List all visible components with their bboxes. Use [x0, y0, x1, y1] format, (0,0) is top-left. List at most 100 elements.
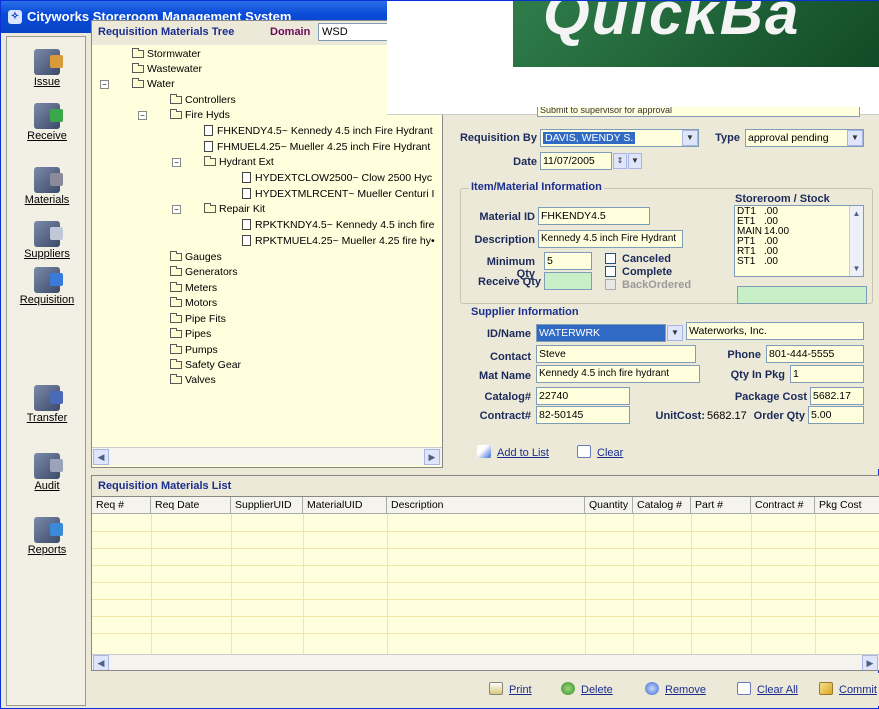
complete-checkbox[interactable]: Complete — [605, 266, 672, 278]
tree-node-label: Valves — [185, 374, 216, 386]
print-button[interactable]: Print — [489, 682, 532, 696]
tree-node-wastewater[interactable]: Wastewater — [132, 62, 202, 76]
delete-button[interactable]: Delete — [561, 682, 613, 696]
tree-node-hydextclow[interactable]: HYDEXTCLOW2500~ Clow 2500 Hyc — [242, 171, 432, 185]
scroll-left-icon[interactable]: ◀ — [93, 449, 109, 465]
audit-icon — [34, 453, 63, 479]
tree-node-gauges[interactable]: Gauges — [170, 250, 222, 264]
collapse-toggle[interactable]: − — [100, 80, 109, 89]
collapse-toggle[interactable]: − — [172, 158, 181, 167]
tree-node-label: HYDEXTCLOW2500~ Clow 2500 Hyc — [255, 172, 433, 184]
stock-scrollbar[interactable]: ▲ ▼ — [849, 206, 863, 276]
sidebar-item-materials[interactable]: Materials — [7, 167, 87, 206]
sidebar-item-suppliers[interactable]: Suppliers — [7, 221, 87, 260]
tree-node-fire-hyds[interactable]: Fire Hyds — [170, 108, 230, 122]
comments-field[interactable]: Submit to supervisor for approval — [537, 107, 860, 117]
phone-field[interactable]: 801-444-5555 — [766, 345, 864, 363]
requisition-materials-grid[interactable]: Req # Req Date SupplierUID MaterialUID D… — [91, 496, 879, 671]
sidebar-item-issue[interactable]: Issue — [7, 49, 87, 88]
tree-node-safety-gear[interactable]: Safety Gear — [170, 358, 241, 372]
column-header[interactable]: Catalog # — [633, 497, 691, 514]
tree-node-fhkendy[interactable]: FHKENDY4.5~ Kennedy 4.5 inch Fire Hydran… — [204, 124, 433, 138]
chevron-down-icon[interactable]: ▼ — [847, 130, 863, 146]
tree-node-hydrant-ext[interactable]: Hydrant Ext — [204, 155, 274, 169]
column-header[interactable]: Pkg Cost — [815, 497, 879, 514]
column-header[interactable]: SupplierUID — [231, 497, 303, 514]
tree-node-fhmuel[interactable]: FHMUEL4.25~ Mueller 4.25 inch Fire Hydra… — [204, 140, 430, 154]
order-qty-label: Order Qty — [753, 410, 805, 422]
tree-node-hydextmlr[interactable]: HYDEXTMLRCENT~ Mueller Centuri I — [242, 187, 434, 201]
sidebar-item-audit[interactable]: Audit — [7, 453, 87, 492]
tree-node-pipes[interactable]: Pipes — [170, 327, 211, 341]
sidebar-item-receive[interactable]: Receive — [7, 103, 87, 142]
collapse-toggle[interactable]: − — [172, 205, 181, 214]
tree-node-motors[interactable]: Motors — [170, 296, 217, 310]
folder-icon — [170, 297, 182, 307]
storeroom-stock-list[interactable]: DT1.00 ET1.00 MAIN 14.00 PT1.00 RT1.00 ST… — [734, 205, 864, 277]
tree-node-pipe-fits[interactable]: Pipe Fits — [170, 312, 226, 326]
button-label: Clear All — [757, 684, 798, 696]
column-header[interactable]: Part # — [691, 497, 751, 514]
chevron-down-icon[interactable]: ▼ — [850, 262, 863, 275]
column-header[interactable]: Req Date — [151, 497, 231, 514]
tree-node-stormwater[interactable]: Stormwater — [132, 47, 201, 61]
tree-node-repair-kit[interactable]: Repair Kit — [204, 202, 265, 216]
add-to-list-button[interactable]: Add to List — [477, 445, 549, 459]
supplier-name-field[interactable]: Waterworks, Inc. — [686, 322, 864, 340]
chevron-down-icon[interactable]: ▼ — [667, 325, 683, 341]
sidebar-item-label: Materials — [24, 194, 70, 206]
contract-field[interactable]: 82-50145 — [536, 406, 630, 424]
column-header[interactable]: MaterialUID — [303, 497, 387, 514]
tree-node-generators[interactable]: Generators — [170, 265, 238, 279]
document-icon — [242, 219, 251, 230]
tree-node-pumps[interactable]: Pumps — [170, 343, 218, 357]
canceled-checkbox[interactable]: Canceled — [605, 253, 671, 265]
catalog-field[interactable]: 22740 — [536, 387, 630, 405]
requisition-by-select[interactable]: DAVIS, WENDY S. — [540, 129, 699, 147]
scroll-right-icon[interactable]: ▶ — [424, 449, 440, 465]
scroll-left-icon[interactable]: ◀ — [93, 655, 109, 670]
sidebar-item-reports[interactable]: Reports — [7, 517, 87, 556]
tree-horizontal-scrollbar[interactable]: ◀ ▶ — [92, 447, 442, 465]
tree-node-controllers[interactable]: Controllers — [170, 93, 236, 107]
remove-button[interactable]: Remove — [645, 682, 706, 696]
folder-open-icon — [204, 156, 216, 166]
calendar-dropdown-icon[interactable]: ▼ — [628, 153, 642, 169]
clear-button[interactable]: Clear — [577, 445, 623, 459]
package-cost-field[interactable]: 5682.17 — [810, 387, 864, 405]
qty-in-pkg-field[interactable]: 1 — [790, 365, 864, 383]
column-header[interactable]: Quantity — [585, 497, 633, 514]
stock-status-field[interactable] — [737, 286, 867, 304]
date-spinner-icon[interactable]: ⇕ — [613, 153, 627, 169]
mat-name-field[interactable]: Kennedy 4.5 inch fire hydrant — [536, 365, 700, 383]
sidebar-item-requisition[interactable]: Requisition — [7, 267, 87, 306]
tree-node-label: Generators — [185, 266, 238, 278]
clear-all-button[interactable]: Clear All — [737, 682, 798, 696]
tree-node-rpktmuel[interactable]: RPKTMUEL4.25~ Mueller 4.25 fire hy• — [242, 234, 435, 248]
reports-icon — [34, 517, 63, 543]
column-header[interactable]: Req # — [92, 497, 151, 514]
tree-node-label: Pipe Fits — [185, 313, 226, 325]
scroll-right-icon[interactable]: ▶ — [862, 655, 878, 670]
collapse-toggle[interactable]: − — [138, 111, 147, 120]
tree-node-meters[interactable]: Meters — [170, 281, 217, 295]
grid-horizontal-scrollbar[interactable]: ◀ ▶ — [92, 654, 879, 670]
minimum-qty-field[interactable]: 5 — [544, 252, 592, 270]
chevron-up-icon[interactable]: ▲ — [850, 207, 863, 220]
sidebar-item-transfer[interactable]: Transfer — [7, 385, 87, 424]
tree-node-rpktkndy[interactable]: RPKTKNDY4.5~ Kennedy 4.5 inch fire — [242, 218, 434, 232]
date-field[interactable]: 11/07/2005 — [540, 152, 612, 170]
receive-qty-field[interactable] — [544, 272, 592, 290]
description-field[interactable]: Kennedy 4.5 inch Fire Hydrant — [538, 230, 683, 248]
column-header[interactable]: Description — [387, 497, 585, 514]
material-id-field[interactable]: FHKENDY4.5 — [538, 207, 650, 225]
tree-node-water[interactable]: Water — [132, 77, 175, 91]
backordered-checkbox[interactable]: BackOrdered — [605, 279, 691, 291]
order-qty-field[interactable]: 5.00 — [808, 406, 864, 424]
chevron-down-icon[interactable]: ▼ — [682, 130, 698, 146]
contact-field[interactable]: Steve — [536, 345, 696, 363]
supplier-id-select[interactable]: WATERWRK — [536, 324, 666, 342]
commit-button[interactable]: Commit — [819, 682, 877, 696]
tree-node-valves[interactable]: Valves — [170, 373, 216, 387]
column-header[interactable]: Contract # — [751, 497, 815, 514]
